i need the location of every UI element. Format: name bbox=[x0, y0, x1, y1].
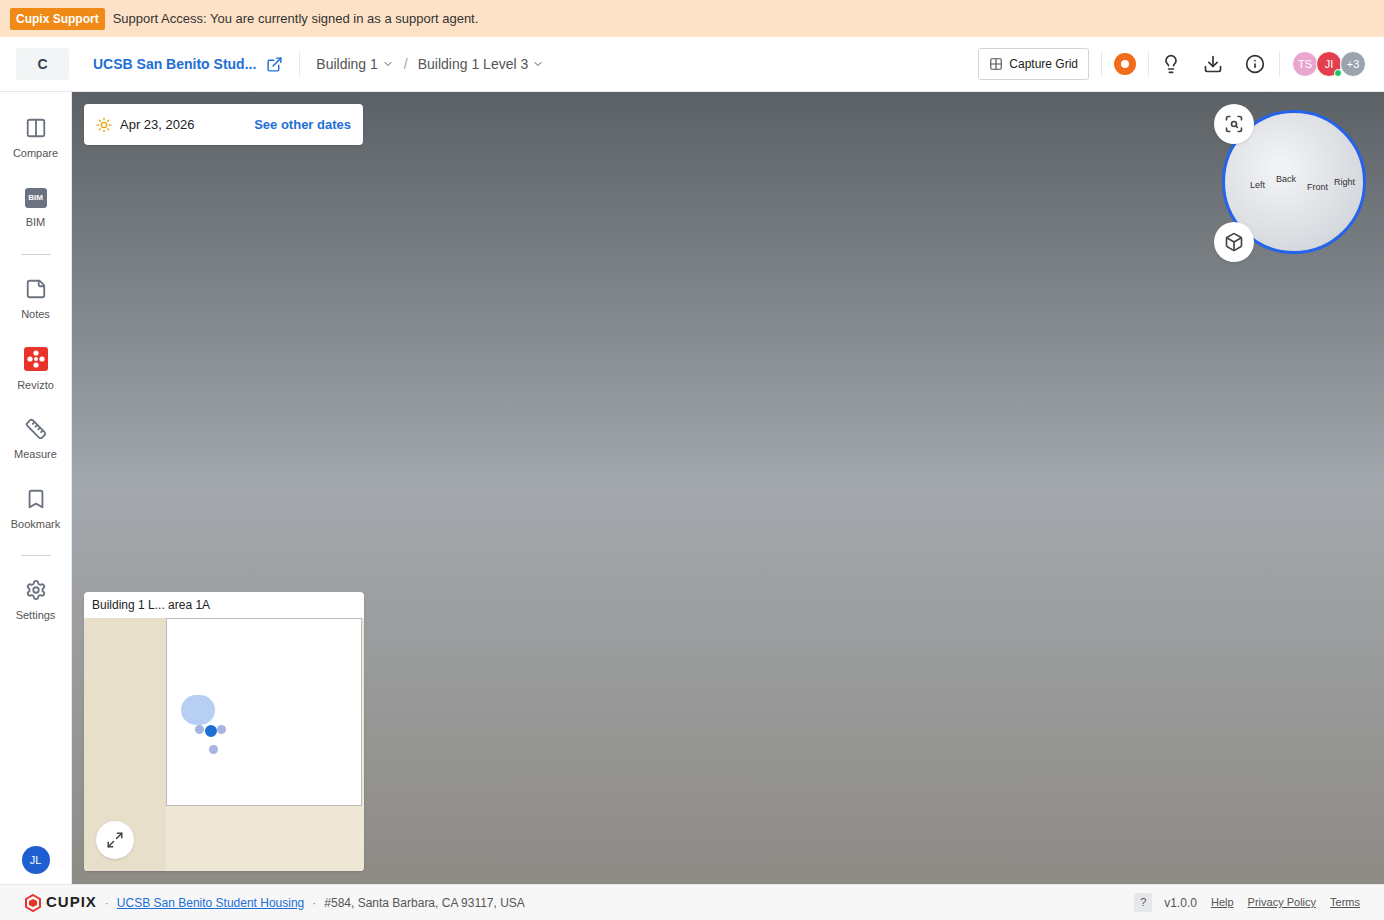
logo-button[interactable]: C bbox=[16, 48, 69, 80]
avatar-group: TSJI+3 bbox=[1294, 51, 1366, 77]
help-key[interactable]: ? bbox=[1134, 893, 1152, 912]
compass-label: Left bbox=[1250, 179, 1265, 193]
capture-point[interactable] bbox=[195, 725, 204, 734]
cupix-logo-icon bbox=[24, 894, 42, 912]
view-cone bbox=[181, 695, 215, 725]
bookmark-icon bbox=[25, 488, 47, 510]
info-icon[interactable] bbox=[1245, 54, 1265, 74]
header: CUCSB San Benito Stud...Building 1/Build… bbox=[0, 37, 1384, 92]
cupix-logo[interactable]: CUPIX bbox=[24, 891, 97, 914]
grid-icon bbox=[989, 57, 1003, 71]
capture-point[interactable] bbox=[217, 725, 226, 734]
sidebar-item[interactable]: Measure bbox=[0, 405, 72, 475]
sidebar-item[interactable]: Settings bbox=[0, 566, 72, 636]
app: Cupix Support Support Access: You are cur… bbox=[0, 0, 1384, 920]
sidebar: CompareBIMBIM NotesReviztoMeasureBookmark… bbox=[0, 92, 72, 884]
sidebar-item[interactable]: Bookmark bbox=[0, 475, 72, 545]
footer-link[interactable]: Terms bbox=[1330, 894, 1360, 911]
minimap: Building 1 L... area 1A bbox=[84, 592, 364, 871]
divider bbox=[299, 51, 300, 77]
breadcrumb[interactable]: Building 1 bbox=[316, 54, 394, 75]
capture-grid-button[interactable]: Capture Grid bbox=[978, 48, 1089, 80]
bim-view-button[interactable] bbox=[1214, 222, 1254, 262]
sidebar-item[interactable]: Compare bbox=[0, 104, 72, 174]
ruler-icon bbox=[25, 418, 47, 440]
capture-point[interactable] bbox=[209, 745, 218, 754]
project-address: #584, Santa Barbara, CA 93117, USA bbox=[324, 894, 525, 912]
footer: CUPIX · UCSB San Benito Student Housing · #5… bbox=[0, 884, 1384, 920]
footer-link[interactable]: Privacy Policy bbox=[1248, 894, 1316, 911]
chevron-down-icon bbox=[532, 58, 544, 70]
breadcrumb[interactable]: Building 1 Level 3 bbox=[418, 54, 545, 75]
sun-icon bbox=[96, 117, 112, 133]
compass-label: Back bbox=[1276, 173, 1296, 187]
chevron-down-icon bbox=[382, 58, 394, 70]
compass-label: Front bbox=[1307, 181, 1328, 195]
gear-icon bbox=[25, 579, 47, 601]
search-view-button[interactable] bbox=[1214, 104, 1254, 144]
version: v1.0.0 bbox=[1164, 894, 1197, 912]
bim-icon: BIM bbox=[25, 188, 47, 208]
support-message: Support Access: You are currently signed… bbox=[113, 9, 479, 29]
project-link[interactable]: UCSB San Benito Stud... bbox=[93, 54, 256, 75]
plugin-icon[interactable] bbox=[1114, 53, 1136, 75]
capture-date[interactable]: Apr 23, 2026 bbox=[120, 115, 246, 135]
sidebar-item[interactable]: Revizto bbox=[0, 335, 72, 405]
project-footer-link[interactable]: UCSB San Benito Student Housing bbox=[117, 894, 304, 912]
compass-label: Right bbox=[1334, 176, 1355, 190]
footer-link[interactable]: Help bbox=[1211, 894, 1234, 911]
minimap-title: Building 1 L... area 1A bbox=[84, 592, 364, 618]
download-icon[interactable] bbox=[1203, 54, 1223, 74]
sidebar-item[interactable]: BIMBIM bbox=[0, 174, 72, 244]
support-banner: Cupix Support Support Access: You are cur… bbox=[0, 0, 1384, 37]
footer-separator: · bbox=[312, 894, 316, 912]
expand-icon bbox=[106, 831, 124, 849]
lightbulb-icon[interactable] bbox=[1161, 54, 1181, 74]
minimap-map[interactable] bbox=[84, 618, 364, 871]
date-card: Apr 23, 2026 See other dates bbox=[84, 104, 363, 145]
notes-icon bbox=[25, 278, 47, 300]
revizto-icon bbox=[24, 347, 48, 371]
sidebar-item[interactable]: Notes bbox=[0, 265, 72, 335]
avatar[interactable]: JI bbox=[1316, 51, 1342, 77]
external-link-icon[interactable] bbox=[266, 56, 283, 73]
breadcrumb-separator: / bbox=[402, 54, 410, 75]
support-badge: Cupix Support bbox=[10, 8, 105, 30]
avatar[interactable]: +3 bbox=[1340, 51, 1366, 77]
sidebar-divider bbox=[21, 555, 51, 556]
compare-icon bbox=[25, 117, 47, 139]
expand-button[interactable] bbox=[96, 821, 134, 859]
breadcrumbs: Building 1 / Building 1 Level 3 bbox=[316, 54, 544, 75]
panorama-viewer[interactable]: Apr 23, 2026 See other dates Left Back Front… bbox=[72, 92, 1384, 884]
floor-plan bbox=[166, 618, 362, 806]
other-dates-link[interactable]: See other dates bbox=[254, 115, 351, 135]
footer-separator: · bbox=[105, 894, 109, 912]
sidebar-divider bbox=[21, 254, 51, 255]
scan-search-icon bbox=[1224, 114, 1244, 134]
user-avatar[interactable]: JL bbox=[22, 846, 50, 874]
avatar[interactable]: TS bbox=[1292, 51, 1318, 77]
cube-icon bbox=[1224, 232, 1244, 252]
